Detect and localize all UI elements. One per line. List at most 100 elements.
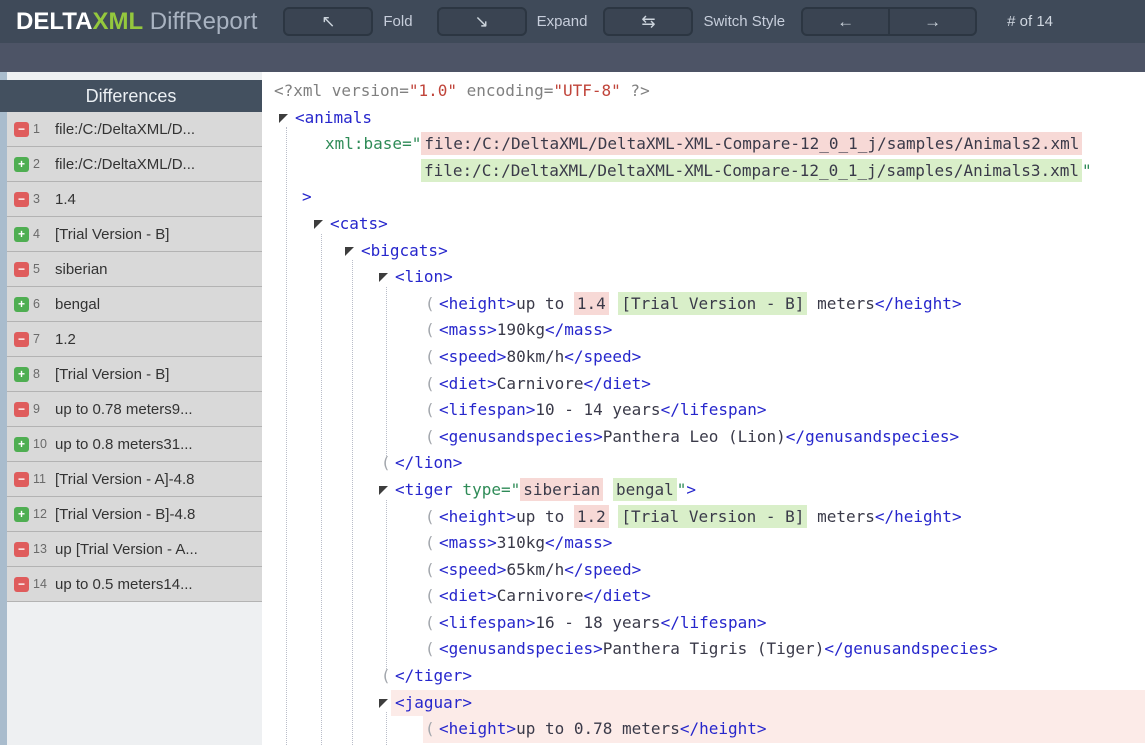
diff-inserted-text: file:/C:/DeltaXML/DeltaXML-XML-Compare-1… — [421, 158, 1083, 182]
difference-item[interactable]: −13 up [Trial Version - A... — [7, 532, 262, 567]
xml-line: (<diet>Carnivore</diet> — [262, 583, 1145, 610]
xml-token: </height> — [874, 506, 962, 526]
arrow-left-icon: ← — [837, 12, 855, 31]
differences-title: Differences — [0, 80, 262, 112]
added-badge-icon: + — [14, 436, 29, 452]
xml-token: <bigcats> — [361, 240, 448, 260]
xml-line: (<genusandspecies>Panthera Leo (Lion)</g… — [262, 424, 1145, 451]
difference-item[interactable]: +10 up to 0.8 meters31... — [7, 427, 262, 462]
removed-badge-icon: − — [14, 261, 29, 277]
expand-handle-icon[interactable]: ( — [425, 317, 435, 344]
xml-token: </speed> — [564, 559, 642, 579]
collapse-toggle-icon[interactable] — [345, 246, 354, 256]
xml-line: <animals — [262, 105, 1145, 132]
xml-token: up to 0.78 meters — [516, 719, 680, 739]
expand-handle-icon[interactable]: ( — [425, 636, 435, 663]
expand-handle-icon[interactable]: ( — [425, 557, 435, 584]
expand-handle-icon[interactable]: ( — [425, 530, 435, 557]
expand-handle-icon[interactable]: ( — [425, 716, 435, 743]
xml-token: ?> — [620, 81, 650, 100]
logo-delta: DELTA — [16, 7, 93, 35]
xml-token: xml:base=" — [325, 134, 422, 154]
xml-token: </lifespan> — [660, 400, 767, 420]
xml-line: (</lion> — [262, 450, 1145, 477]
removed-badge-icon: − — [14, 576, 29, 592]
xml-token: <jaguar> — [395, 692, 473, 712]
difference-item[interactable]: +2 file:/C:/DeltaXML/D... — [7, 147, 262, 182]
difference-number: 13 — [33, 542, 47, 556]
expand-label: Expand — [536, 13, 588, 30]
expand-handle-icon[interactable]: ( — [381, 663, 391, 690]
expand-handle-icon[interactable]: ( — [425, 504, 435, 531]
xml-token: type=" — [452, 479, 521, 499]
difference-label: [Trial Version - B] — [55, 365, 170, 383]
added-badge-icon: + — [14, 506, 29, 522]
xml-token: "UTF-8" — [553, 81, 621, 100]
xml-token: </height> — [874, 293, 962, 313]
next-difference-button[interactable]: → — [889, 7, 978, 36]
xml-token — [609, 294, 619, 313]
xml-token: <height> — [439, 719, 517, 739]
expand-handle-icon[interactable]: ( — [425, 397, 435, 424]
sidebar-scrollbar[interactable] — [0, 72, 7, 745]
xml-line: <?xml version="1.0" encoding="UTF-8" ?> — [262, 78, 1145, 105]
switch-style-button[interactable]: ⇆ — [603, 7, 694, 36]
expand-handle-icon[interactable]: ( — [381, 450, 391, 477]
difference-item[interactable]: −11 [Trial Version - A]-4.8 — [7, 462, 262, 497]
difference-number: 3 — [33, 192, 40, 206]
difference-number: 14 — [33, 577, 47, 591]
difference-number: 4 — [33, 227, 40, 241]
expand-handle-icon[interactable]: ( — [425, 291, 435, 318]
difference-item[interactable]: +12 [Trial Version - B]-4.8 — [7, 497, 262, 532]
difference-item[interactable]: −7 1.2 — [7, 322, 262, 357]
xml-token: Panthera Tigris (Tiger) — [602, 639, 825, 659]
difference-item[interactable]: +6 bengal — [7, 287, 262, 322]
difference-label: 1.2 — [55, 330, 76, 348]
switch-style-label: Switch Style — [703, 13, 786, 30]
difference-counter: # of 14 — [1007, 13, 1054, 30]
fold-group: ↖ Fold — [283, 7, 413, 36]
expand-handle-icon[interactable]: ( — [425, 610, 435, 637]
app-logo: DELTAXML DiffReport — [16, 8, 257, 36]
logo-xml: XML — [92, 7, 144, 35]
collapse-toggle-icon[interactable] — [379, 485, 388, 495]
difference-number: 6 — [33, 297, 40, 311]
expand-handle-icon[interactable]: ( — [425, 424, 435, 451]
collapse-toggle-icon[interactable] — [314, 219, 323, 229]
xml-token: up to — [516, 506, 574, 526]
xml-token: <lifespan> — [439, 400, 536, 420]
difference-label: [Trial Version - B] — [55, 225, 170, 243]
expand-handle-icon[interactable]: ( — [425, 344, 435, 371]
xml-lines: <?xml version="1.0" encoding="UTF-8" ?> <… — [262, 72, 1145, 743]
xml-token: Carnivore — [496, 373, 584, 393]
expand-button[interactable]: ↘ — [436, 7, 527, 36]
difference-item[interactable]: −3 1.4 — [7, 182, 262, 217]
collapse-toggle-icon[interactable] — [379, 273, 388, 283]
xml-token: 16 - 18 years — [535, 612, 661, 632]
xml-line: (</tiger> — [262, 663, 1145, 690]
difference-item[interactable]: +4 [Trial Version - B] — [7, 217, 262, 252]
collapse-toggle-icon[interactable] — [379, 698, 388, 708]
secondary-toolbar — [0, 43, 1145, 72]
difference-item[interactable]: −1 file:/C:/DeltaXML/D... — [7, 112, 262, 147]
xml-token: <?xml version= — [274, 81, 409, 100]
difference-item[interactable]: −9 up to 0.78 meters9... — [7, 392, 262, 427]
difference-item[interactable]: +8 [Trial Version - B] — [7, 357, 262, 392]
expand-handle-icon[interactable]: ( — [425, 371, 435, 398]
collapse-toggle-icon[interactable] — [279, 113, 288, 123]
difference-label: bengal — [55, 295, 101, 313]
xml-token: <diet> — [439, 373, 497, 393]
previous-difference-button[interactable]: ← — [801, 7, 890, 36]
difference-item[interactable]: −5 siberian — [7, 252, 262, 287]
xml-token: <mass> — [439, 533, 497, 553]
logo-product: DiffReport — [143, 7, 258, 35]
differences-list: −1 file:/C:/DeltaXML/D... +2 file:/C:/Delta… — [7, 112, 262, 602]
difference-item[interactable]: −14 up to 0.5 meters14... — [7, 567, 262, 602]
expand-handle-icon[interactable]: ( — [425, 583, 435, 610]
xml-line: <bigcats> — [262, 238, 1145, 265]
xml-token: </genusandspecies> — [824, 639, 998, 659]
xml-token: up to — [516, 293, 574, 313]
difference-label: siberian — [55, 260, 108, 278]
diff-inserted-text: bengal — [612, 477, 677, 501]
fold-button[interactable]: ↖ — [283, 7, 374, 36]
